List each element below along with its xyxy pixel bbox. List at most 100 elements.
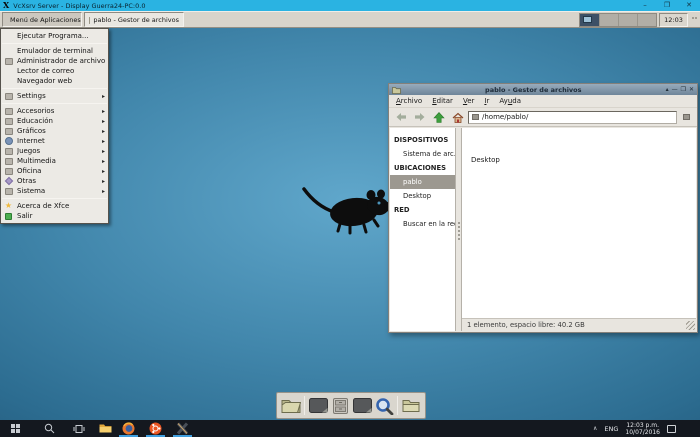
system-icon [4, 187, 13, 195]
sidebar-item-buscar-en-la-red[interactable]: Buscar en la red [390, 217, 455, 231]
search-icon [44, 423, 55, 434]
screen: X VcXsrv Server - Display Guerra24-PC:0.… [0, 0, 700, 437]
panel-handle[interactable] [690, 13, 698, 27]
accessories-icon [4, 107, 13, 115]
sidebar-item-desktop[interactable]: Desktop [390, 189, 455, 203]
file-item-desktop[interactable]: Desktop [471, 156, 500, 164]
sidebar-item-sistema-de-archivos[interactable]: Sistema de arc... [390, 147, 455, 161]
menu-ir[interactable]: Ir [479, 97, 494, 105]
applications-menu-button[interactable]: Menú de Aplicaciones [2, 12, 82, 27]
menu-editar[interactable]: Editar [427, 97, 458, 105]
xfce-mouse-wallpaper-logo [298, 180, 394, 236]
x-server-icon [176, 422, 189, 435]
firefox-button[interactable] [116, 420, 141, 437]
dock-separator [304, 396, 305, 415]
sidebar-item-pablo[interactable]: pablo [390, 175, 455, 189]
menu-item-internet[interactable]: Internet▸ [1, 136, 108, 146]
menu-item-otras[interactable]: Otras▸ [1, 176, 108, 186]
resize-grip[interactable] [686, 321, 695, 330]
menu-item-administrador-archivos[interactable]: Administrador de archivos [1, 56, 108, 66]
home-button[interactable] [449, 110, 466, 125]
menu-item-emulador-terminal[interactable]: Emulador de terminal [1, 46, 108, 56]
workspace-2[interactable] [599, 14, 618, 26]
task-view-button[interactable] [66, 420, 92, 437]
forward-button[interactable] [411, 110, 428, 125]
close-icon[interactable]: ✕ [678, 0, 700, 11]
sidebar: DISPOSITIVOS Sistema de arc... UBICACION… [390, 128, 456, 331]
close-icon[interactable]: ✕ [689, 84, 694, 95]
toolbar-extra-button[interactable] [679, 110, 694, 125]
minimize-icon[interactable]: – [634, 0, 656, 11]
menu-item-lector-correo[interactable]: Lector de correo [1, 66, 108, 76]
host-titlebar: X VcXsrv Server - Display Guerra24-PC:0.… [0, 0, 700, 11]
system-tray: ∧ ENG 12:03 p.m. 10/07/2016 [593, 422, 700, 436]
about-star-icon: ★ [4, 202, 13, 210]
file-list-area[interactable]: Desktop [462, 128, 696, 318]
menu-item-multimedia[interactable]: Multimedia▸ [1, 156, 108, 166]
menu-separator [2, 43, 107, 44]
start-button[interactable] [2, 420, 28, 437]
multimedia-icon [4, 157, 13, 165]
workspace-3[interactable] [618, 14, 637, 26]
taskbar-clock[interactable]: 12:03 p.m. 10/07/2016 [625, 422, 660, 436]
workspace-window-thumb [583, 16, 592, 23]
menu-item-graficos[interactable]: Gráficos▸ [1, 126, 108, 136]
dock-folder-launcher[interactable] [281, 394, 301, 417]
submenu-arrow-icon: ▸ [102, 138, 105, 145]
menu-item-accesorios[interactable]: Accesorios▸ [1, 106, 108, 116]
submenu-arrow-icon: ▸ [102, 168, 105, 175]
menu-item-acerca-de-xfce[interactable]: ★Acerca de Xfce [1, 201, 108, 211]
path-entry[interactable]: /home/pablo/ [468, 111, 677, 124]
menu-archivo[interactable]: Archivo [391, 97, 427, 105]
shade-icon[interactable]: ▴ [666, 84, 669, 95]
folder-icon [392, 86, 401, 94]
menu-ver[interactable]: Ver [458, 97, 479, 105]
file-explorer-button[interactable] [94, 420, 116, 437]
taskbar-search-button[interactable] [36, 420, 62, 437]
sidebar-header-ubicaciones: UBICACIONES [390, 161, 455, 175]
dock-folder-launcher-2[interactable] [401, 394, 421, 417]
workspace-pager [579, 13, 657, 27]
maximize-icon[interactable]: ❐ [656, 0, 678, 11]
workspace-1[interactable] [580, 14, 599, 26]
dock-screen-launcher[interactable] [308, 394, 328, 417]
menu-ayuda[interactable]: Ayuda [494, 97, 526, 105]
dock-app-finder-launcher[interactable] [374, 394, 394, 417]
statusbar: 1 elemento, espacio libre: 40.2 GB [462, 318, 696, 331]
maximize-icon[interactable]: ❐ [681, 84, 686, 95]
menu-item-salir[interactable]: Salir [1, 211, 108, 221]
ubuntu-button[interactable] [143, 420, 168, 437]
dock-drawer-launcher[interactable] [330, 394, 350, 417]
dock-screen-launcher-2[interactable] [352, 394, 372, 417]
action-center-icon[interactable] [667, 425, 676, 433]
menu-item-sistema[interactable]: Sistema▸ [1, 186, 108, 196]
tray-time: 12:03 p.m. [626, 422, 659, 429]
menu-item-educacion[interactable]: Educación▸ [1, 116, 108, 126]
windows-logo-icon [11, 424, 20, 433]
vcxsrv-button[interactable] [170, 420, 195, 437]
language-indicator[interactable]: ENG [604, 425, 618, 433]
folder-icon [89, 16, 90, 24]
menu-item-navegador-web[interactable]: Navegador web [1, 76, 108, 86]
workspace-4[interactable] [637, 14, 656, 26]
host-window-controls: – ❐ ✕ [634, 0, 700, 11]
other-apps-icon [4, 177, 13, 185]
taskbar-window-button[interactable]: pablo - Gestor de archivos [84, 12, 184, 27]
file-manager-titlebar[interactable]: pablo - Gestor de archivos ▴ — ❐ ✕ [389, 84, 697, 95]
file-manager-window: pablo - Gestor de archivos ▴ — ❐ ✕ Archi… [388, 83, 698, 333]
minimize-icon[interactable]: — [672, 84, 678, 95]
back-button[interactable] [392, 110, 409, 125]
office-icon [4, 167, 13, 175]
globe-icon [4, 137, 13, 145]
menu-item-oficina[interactable]: Oficina▸ [1, 166, 108, 176]
blank-icon [4, 47, 13, 55]
back-arrow-icon [395, 112, 407, 122]
menu-item-juegos[interactable]: Juegos▸ [1, 146, 108, 156]
menu-separator [2, 103, 107, 104]
menu-item-ejecutar-programa[interactable]: Ejecutar Programa... [1, 31, 108, 41]
show-hidden-icons-chevron[interactable]: ∧ [593, 425, 597, 432]
home-icon [452, 112, 464, 123]
up-button[interactable] [430, 110, 447, 125]
dock-separator [397, 396, 398, 415]
menu-item-settings[interactable]: Settings▸ [1, 91, 108, 101]
